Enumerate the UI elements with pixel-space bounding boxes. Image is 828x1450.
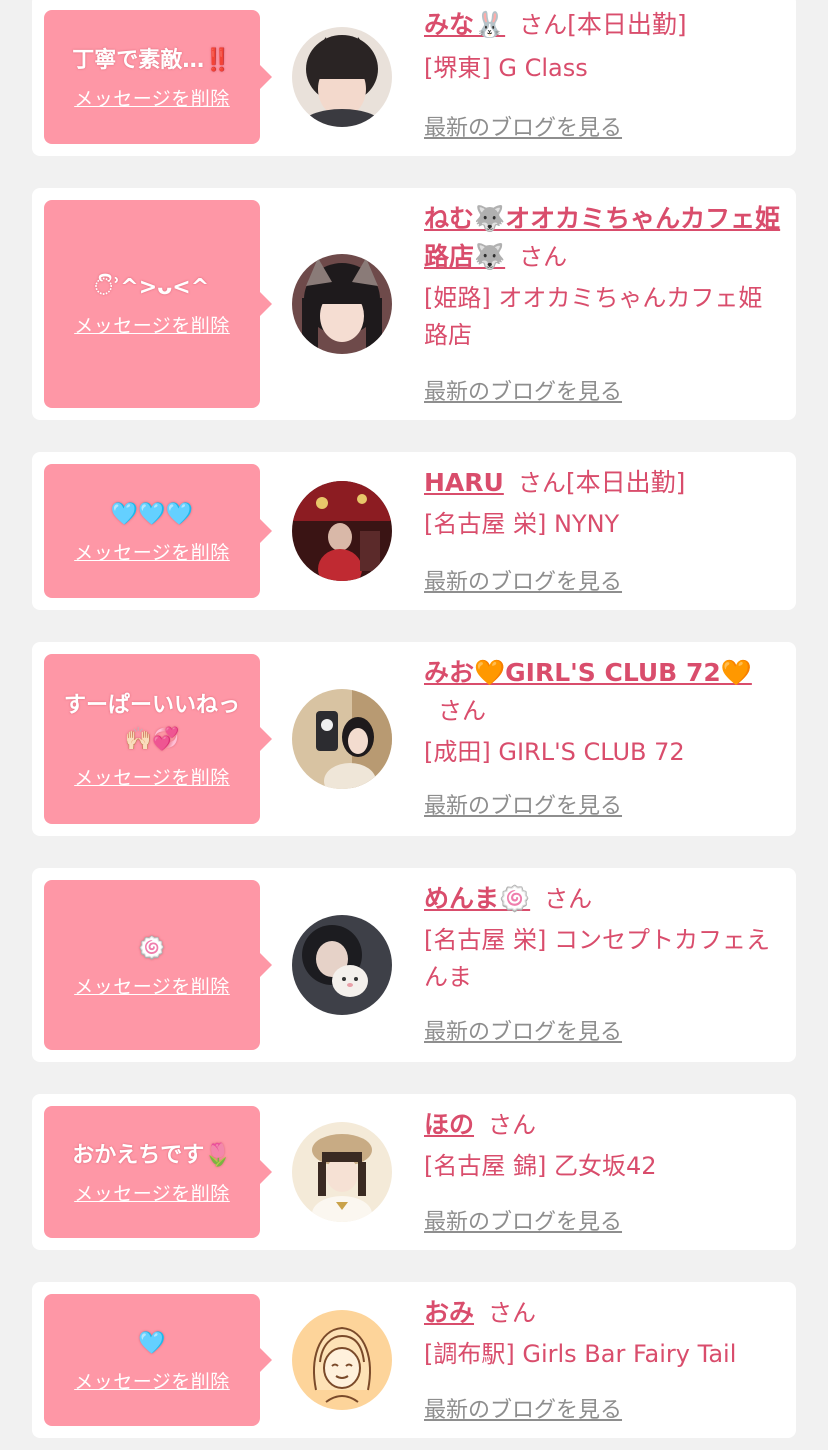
- delete-message-link[interactable]: メッセージを削除: [74, 1179, 230, 1206]
- entry-info: みお🧡GIRL'S CLUB 72🧡 さん [成田] GIRL'S CLUB 72: [424, 654, 784, 771]
- message-bubble: おかえちです🌷 メッセージを削除: [44, 1106, 272, 1238]
- message-text: 🍥: [138, 935, 166, 961]
- avatar[interactable]: [292, 481, 392, 581]
- latest-blog-link[interactable]: 最新のブログを見る: [424, 1204, 622, 1236]
- name-line: ほの さん: [424, 1106, 784, 1144]
- entry-info: みな🐰 さん[本日出勤] [堺東] G Class: [424, 6, 784, 87]
- message-bubble: 🩵🩵🩵 メッセージを削除: [44, 464, 272, 598]
- shop-name: [名古屋 栄] コンセプトカフェえんま: [424, 926, 770, 991]
- latest-blog-link[interactable]: 最新のブログを見る: [424, 374, 622, 406]
- avatar[interactable]: [292, 1122, 392, 1222]
- message-text: ිʾ^>ᴗ<^: [94, 274, 210, 300]
- avatar[interactable]: [292, 27, 392, 127]
- work-status: [本日出勤]: [565, 468, 686, 497]
- san-suffix: さん: [517, 469, 566, 497]
- shop-name: [成田] GIRL'S CLUB 72: [424, 738, 685, 766]
- message-card: 丁寧で素敵…‼️ メッセージを削除 みな🐰 さん[本日出勤] [堺東] G Cla…: [32, 0, 796, 156]
- name-line: みな🐰 さん[本日出勤]: [424, 6, 784, 44]
- message-bubble: 丁寧で素敵…‼️ メッセージを削除: [44, 10, 272, 144]
- message-bubble: 🩵 メッセージを削除: [44, 1294, 272, 1426]
- message-text: 🩵: [138, 1330, 166, 1356]
- user-photo-icon: [292, 689, 392, 789]
- san-suffix: さん: [488, 1111, 537, 1139]
- cast-name-link[interactable]: ほの: [424, 1110, 474, 1139]
- cast-name-link[interactable]: おみ: [424, 1298, 474, 1327]
- entry-info: めんま🍥 さん [名古屋 栄] コンセプトカフェえんま: [424, 880, 784, 996]
- latest-blog-link[interactable]: 最新のブログを見る: [424, 1392, 622, 1424]
- delete-message-link[interactable]: メッセージを削除: [74, 763, 230, 790]
- user-photo-icon: [292, 481, 392, 581]
- message-card: 🩵🩵🩵 メッセージを削除 HARU さん[本日出勤] [名古屋 栄] NYNY 最…: [32, 452, 796, 610]
- message-text: すーぱーいいねっ🙌🏻💞: [63, 692, 240, 752]
- user-photo-icon: [292, 915, 392, 1015]
- avatar[interactable]: [292, 254, 392, 354]
- latest-blog-link[interactable]: 最新のブログを見る: [424, 110, 622, 142]
- default-avatar-illustration-icon: [292, 1310, 392, 1410]
- name-line: おみ さん: [424, 1294, 784, 1332]
- message-bubble: 🍥 メッセージを削除: [44, 880, 272, 1050]
- message-card: おかえちです🌷 メッセージを削除 ほの さん [名古屋 錦] 乙女坂42 最新のブ…: [32, 1094, 796, 1250]
- message-card: 🩵 メッセージを削除 おみ さん [調布駅] Girls Bar Fairy Ta…: [32, 1282, 796, 1438]
- delete-message-link[interactable]: メッセージを削除: [74, 1367, 230, 1394]
- delete-message-link[interactable]: メッセージを削除: [74, 538, 230, 565]
- avatar[interactable]: [292, 689, 392, 789]
- user-photo-icon: [292, 27, 392, 127]
- shop-name: [名古屋 栄] NYNY: [424, 510, 620, 538]
- cast-name-link[interactable]: ねむ🐺オオカミちゃんカフェ姫路店🐺: [424, 204, 780, 271]
- cast-name-link[interactable]: HARU: [424, 468, 504, 497]
- avatar[interactable]: [292, 915, 392, 1015]
- avatar[interactable]: [292, 1310, 392, 1410]
- san-suffix: さん: [438, 697, 486, 725]
- name-line: ねむ🐺オオカミちゃんカフェ姫路店🐺 さん: [424, 200, 784, 276]
- cast-name-link[interactable]: みな🐰: [424, 10, 505, 39]
- message-text: 丁寧で素敵…‼️: [72, 47, 232, 73]
- message-bubble: すーぱーいいねっ🙌🏻💞 メッセージを削除: [44, 654, 272, 824]
- entry-info: おみ さん [調布駅] Girls Bar Fairy Tail: [424, 1294, 784, 1373]
- shop-name: [調布駅] Girls Bar Fairy Tail: [424, 1340, 737, 1368]
- shop-name: [姫路] オオカミちゃんカフェ姫路店: [424, 284, 763, 349]
- message-bubble: ිʾ^>ᴗ<^ メッセージを削除: [44, 200, 272, 408]
- entry-info: ねむ🐺オオカミちゃんカフェ姫路店🐺 さん [姫路] オオカミちゃんカフェ姫路店: [424, 200, 784, 354]
- name-line: HARU さん[本日出勤]: [424, 464, 784, 502]
- message-text: 🩵🩵🩵: [110, 501, 194, 527]
- delete-message-link[interactable]: メッセージを削除: [74, 311, 230, 338]
- message-list: 丁寧で素敵…‼️ メッセージを削除 みな🐰 さん[本日出勤] [堺東] G Cla…: [0, 0, 828, 1450]
- message-card: ිʾ^>ᴗ<^ メッセージを削除 ねむ🐺オオカミちゃんカフェ姫路店🐺 さん [姫路…: [32, 188, 796, 420]
- latest-blog-link[interactable]: 最新のブログを見る: [424, 788, 622, 820]
- latest-blog-link[interactable]: 最新のブログを見る: [424, 1014, 622, 1046]
- user-photo-icon: [292, 254, 392, 354]
- shop-name: [名古屋 錦] 乙女坂42: [424, 1152, 657, 1180]
- work-status: [本日出勤]: [567, 10, 687, 39]
- name-line: みお🧡GIRL'S CLUB 72🧡 さん: [424, 654, 784, 730]
- message-card: すーぱーいいねっ🙌🏻💞 メッセージを削除 みお🧡GIRL'S CLUB 72🧡 さ…: [32, 642, 796, 836]
- entry-info: HARU さん[本日出勤] [名古屋 栄] NYNY: [424, 464, 784, 543]
- delete-message-link[interactable]: メッセージを削除: [74, 972, 230, 999]
- entry-info: ほの さん [名古屋 錦] 乙女坂42: [424, 1106, 784, 1185]
- cast-name-link[interactable]: めんま🍥: [424, 884, 530, 913]
- user-photo-icon: [292, 1122, 392, 1222]
- shop-name: [堺東] G Class: [424, 54, 588, 82]
- message-text: おかえちです🌷: [72, 1142, 232, 1168]
- name-line: めんま🍥 さん: [424, 880, 784, 918]
- san-suffix: さん: [519, 243, 568, 271]
- latest-blog-link[interactable]: 最新のブログを見る: [424, 564, 622, 596]
- delete-message-link[interactable]: メッセージを削除: [74, 84, 230, 111]
- san-suffix: さん: [544, 885, 593, 913]
- san-suffix: さん: [519, 11, 568, 39]
- message-card: 🍥 メッセージを削除 めんま🍥 さん [名古屋 栄] コンセプトカフェえんま 最新…: [32, 868, 796, 1062]
- san-suffix: さん: [488, 1299, 537, 1327]
- cast-name-link[interactable]: みお🧡GIRL'S CLUB 72🧡: [424, 658, 752, 687]
